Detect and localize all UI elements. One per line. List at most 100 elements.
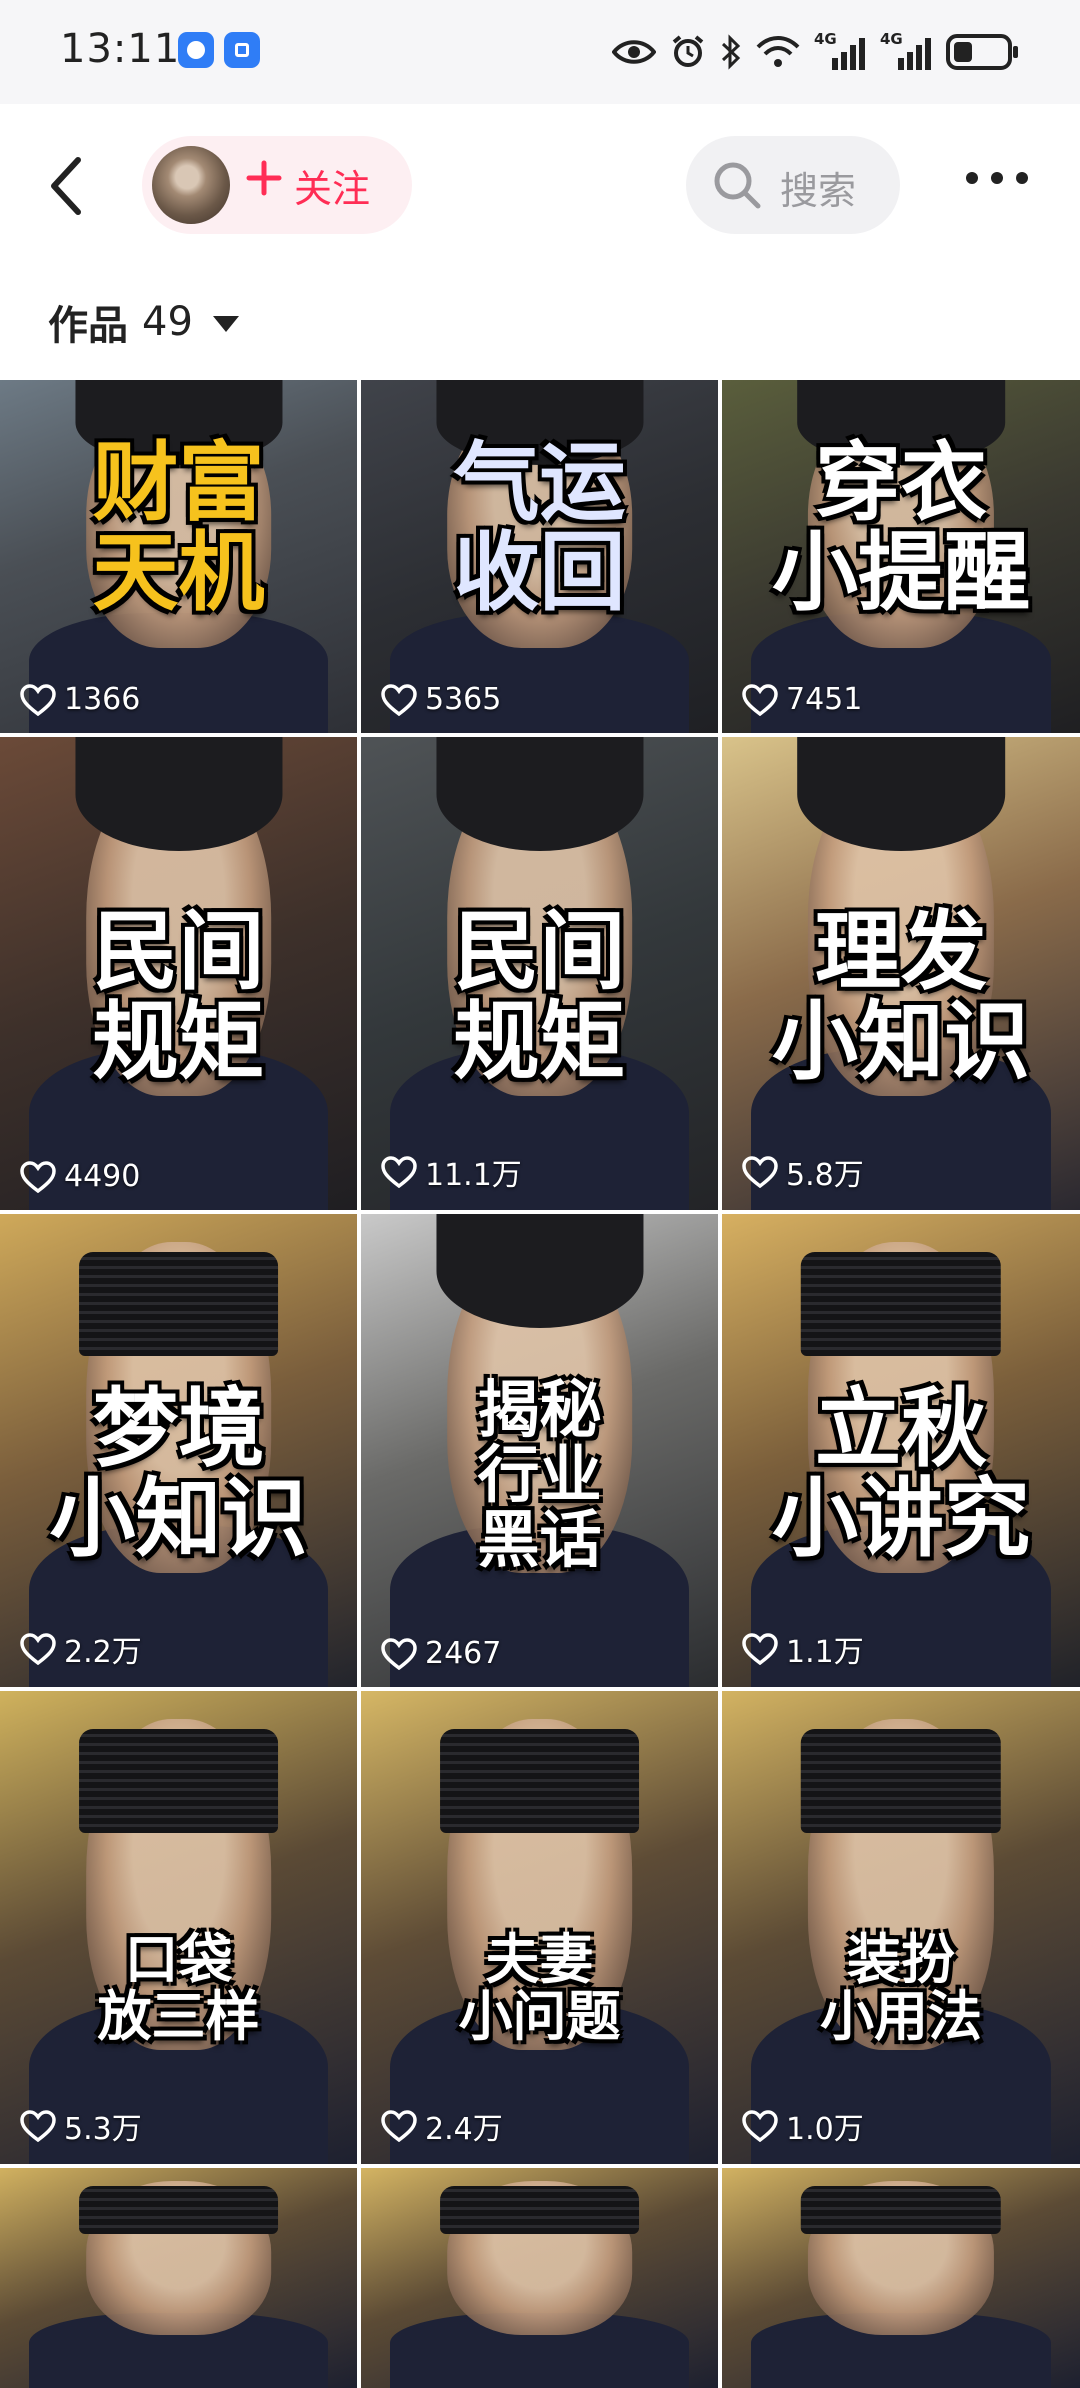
search-label: 搜索: [780, 169, 857, 213]
video-title-line: 小用法: [820, 1984, 982, 2048]
video-tile[interactable]: 口袋 放三样 5.3万: [0, 1691, 357, 2164]
heart-icon: [742, 1156, 778, 1188]
video-title-line: 气运: [453, 433, 626, 533]
video-tile[interactable]: [0, 2168, 357, 2388]
video-tile[interactable]: [361, 2168, 718, 2388]
video-tile[interactable]: 穿衣 小提醒 7451: [722, 380, 1080, 733]
video-title: 理发 小知识: [722, 907, 1080, 1088]
like-count-value: 4490: [64, 1159, 141, 1194]
video-title: 民间 规矩: [0, 907, 357, 1088]
like-count-value: 2.2万: [64, 1635, 142, 1670]
video-title-line: 装扮: [847, 1928, 955, 1991]
like-count-value: 1366: [64, 682, 141, 717]
eye-icon: [612, 40, 656, 64]
thumbnail-figure-hair: [74, 737, 283, 851]
video-title-line: 立秋: [815, 1379, 987, 1479]
video-tile[interactable]: 气运 收回 5365: [361, 380, 718, 733]
like-count: 2467: [381, 1636, 501, 1671]
profile-header: 关注 搜索: [0, 104, 1080, 264]
heart-icon: [742, 2110, 778, 2142]
video-tile[interactable]: 理发 小知识 5.8万: [722, 737, 1080, 1210]
back-arrow-icon[interactable]: [42, 154, 98, 218]
video-title-line: 梦境: [92, 1379, 265, 1479]
video-title-line: 黑话: [477, 1503, 602, 1577]
video-title-line: 理发: [815, 902, 987, 1002]
video-title: 民间 规矩: [361, 907, 718, 1088]
search-button[interactable]: 搜索: [686, 136, 900, 234]
video-title-line: 规矩: [453, 992, 626, 1093]
like-count-value: 7451: [786, 682, 863, 717]
like-count-value: 2.4万: [425, 2112, 503, 2147]
more-options-icon[interactable]: [962, 158, 1032, 198]
video-title-line: 规矩: [92, 992, 265, 1093]
video-title: 气运 收回: [361, 438, 718, 619]
video-title-line: 小讲究: [772, 1469, 1030, 1570]
like-count: 1366: [20, 682, 140, 717]
signal-icon: 4G: [814, 30, 866, 72]
video-title-line: 夫妻: [485, 1928, 594, 1991]
heart-icon: [381, 1156, 417, 1188]
thumbnail-figure-hat: [439, 2185, 640, 2234]
bluetooth-icon: [721, 34, 741, 70]
like-count: 5.3万: [20, 2104, 142, 2148]
thumbnail-figure-hat: [78, 1251, 279, 1356]
thumbnail-figure-hat: [800, 2185, 1002, 2234]
video-tile[interactable]: 装扮 小用法 1.0万: [722, 1691, 1080, 2164]
video-title-line: 小知识: [772, 992, 1030, 1093]
video-title: 梦境 小知识: [0, 1384, 357, 1565]
follow-button[interactable]: 关注: [142, 136, 412, 234]
heart-icon: [742, 683, 778, 716]
video-tile[interactable]: 夫妻 小问题 2.4万: [361, 1691, 718, 2164]
video-title-line: 财富: [92, 433, 265, 533]
video-title-line: 揭秘: [477, 1373, 602, 1446]
video-tile[interactable]: 民间 规矩 11.1万: [361, 737, 718, 1210]
video-tile[interactable]: 财富 天机 1366: [0, 380, 357, 733]
wifi-icon: [756, 36, 800, 67]
plus-icon: [246, 160, 282, 196]
follow-label: 关注: [294, 167, 371, 211]
app-notification-icon: [178, 32, 214, 68]
caret-down-icon: [212, 316, 239, 332]
like-count-value: 1.1万: [786, 1635, 864, 1670]
video-title-line: 民间: [92, 902, 265, 1002]
video-title-line: 行业: [477, 1438, 602, 1512]
video-title-line: 小知识: [49, 1469, 308, 1570]
thumbnail-figure-hat: [439, 1728, 640, 1833]
video-title-line: 小提醒: [772, 523, 1030, 624]
video-title-line: 口袋: [124, 1928, 233, 1991]
video-title-line: 小问题: [458, 1984, 621, 2048]
video-title: 口袋 放三样: [0, 1928, 357, 2048]
heart-icon: [20, 1633, 56, 1665]
heart-icon: [381, 683, 417, 716]
works-filter[interactable]: 作品 49: [48, 292, 239, 352]
video-title-line: 穿衣: [815, 433, 987, 533]
video-title-line: 收回: [453, 523, 626, 624]
video-tile[interactable]: 梦境 小知识 2.2万: [0, 1214, 357, 1687]
like-count: 11.1万: [381, 1150, 522, 1194]
heart-icon: [381, 2110, 417, 2142]
video-title: 夫妻 小问题: [361, 1928, 718, 2048]
like-count: 5.8万: [742, 1150, 864, 1194]
thumbnail-figure-hair: [435, 737, 644, 851]
video-title-line: 天机: [92, 523, 265, 624]
thumbnail-figure-hat: [800, 1728, 1002, 1833]
video-title: 装扮 小用法: [722, 1928, 1080, 2048]
video-tile[interactable]: 民间 规矩 4490: [0, 737, 357, 1210]
video-title: 立秋 小讲究: [722, 1384, 1080, 1565]
heart-icon: [381, 1637, 417, 1670]
video-title-line: 放三样: [97, 1984, 260, 2048]
battery-icon: [946, 34, 1018, 70]
video-tile[interactable]: 立秋 小讲究 1.1万: [722, 1214, 1080, 1687]
thumbnail-figure-hair: [435, 1214, 644, 1328]
like-count-value: 1.0万: [786, 2112, 864, 2147]
heart-icon: [742, 1633, 778, 1665]
video-tile[interactable]: 揭秘 行业 黑话 2467: [361, 1214, 718, 1687]
video-tile[interactable]: [722, 2168, 1080, 2388]
avatar[interactable]: [152, 146, 230, 224]
thumbnail-figure-hair: [797, 737, 1005, 851]
status-bar: 13:11 4G 4G: [0, 0, 1080, 104]
like-count: 1.1万: [742, 1627, 864, 1671]
signal-icon-2: 4G: [880, 30, 932, 72]
like-count: 2.2万: [20, 1627, 142, 1671]
like-count-value: 5365: [425, 682, 502, 717]
